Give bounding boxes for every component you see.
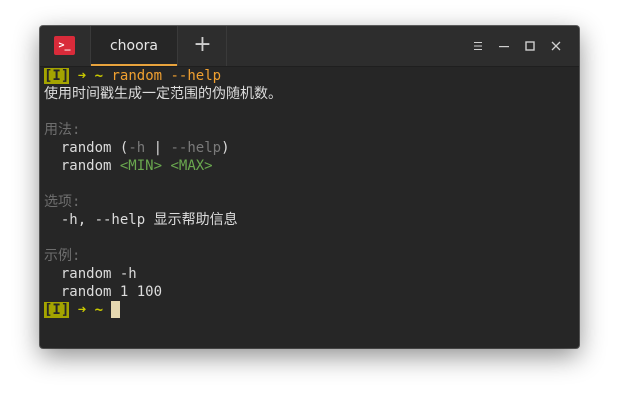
- close-button[interactable]: [543, 34, 569, 58]
- usage-cmd: random: [60, 140, 112, 156]
- active-tab-indicator: [91, 64, 177, 66]
- entered-command: random --help: [111, 68, 222, 84]
- paren-close: ): [221, 140, 230, 156]
- close-icon: [551, 41, 561, 51]
- example-text: random 1 100: [60, 284, 163, 300]
- example-item: random -h: [44, 265, 579, 283]
- prompt-cwd: ~: [94, 302, 104, 318]
- prompt-arrow-icon: ➜: [77, 68, 87, 84]
- usage-line-1: random (-h | --help): [44, 139, 579, 157]
- menu-button[interactable]: [465, 34, 491, 58]
- usage-short-flag: -h: [128, 140, 146, 156]
- minimize-button[interactable]: [491, 34, 517, 58]
- option-item: -h, --help 显示帮助信息: [44, 211, 579, 229]
- description-line: 使用时间戳生成一定范围的伪随机数。: [44, 86, 282, 102]
- usage-long-flag: --help: [170, 140, 222, 156]
- maximize-button[interactable]: [517, 34, 543, 58]
- usage-line-2: random <MIN> <MAX>: [44, 157, 579, 175]
- hamburger-menu-icon: [474, 42, 482, 50]
- terminal-output[interactable]: [I] ➜ ~ random --help 使用时间戳生成一定范围的伪随机数。 …: [40, 67, 579, 348]
- example-text: random -h: [60, 266, 137, 282]
- examples-heading: 示例:: [44, 248, 81, 264]
- usage-cmd: random: [60, 158, 112, 174]
- terminal-app-icon[interactable]: >_: [54, 36, 75, 55]
- active-prompt-line[interactable]: [I] ➜ ~: [44, 301, 579, 319]
- usage-heading: 用法:: [44, 122, 81, 138]
- vi-mode-badge: [I]: [44, 302, 70, 318]
- prompt-cwd: ~: [94, 68, 104, 84]
- options-heading: 选项:: [44, 194, 81, 210]
- window-controls: [465, 26, 569, 66]
- tab-choora[interactable]: choora: [90, 26, 178, 66]
- tab-label: choora: [109, 38, 159, 54]
- usage-arg-min: <MIN>: [119, 158, 163, 174]
- title-bar: >_ choora +: [40, 26, 579, 67]
- prompt-arrow-icon: ➜: [77, 302, 87, 318]
- maximize-icon: [525, 41, 535, 51]
- prompt-line: [I] ➜ ~ random --help: [44, 67, 579, 85]
- example-item: random 1 100: [44, 283, 579, 301]
- option-help-text: -h, --help 显示帮助信息: [60, 212, 238, 228]
- usage-separator: |: [153, 140, 163, 156]
- terminal-window: >_ choora + [I] ➜ ~ random --help 使用时间戳生…: [40, 26, 579, 348]
- text-cursor: [111, 301, 121, 318]
- usage-arg-max: <MAX>: [170, 158, 213, 174]
- minimize-icon: [499, 46, 509, 48]
- new-tab-button[interactable]: +: [179, 26, 227, 66]
- vi-mode-badge: [I]: [44, 68, 70, 84]
